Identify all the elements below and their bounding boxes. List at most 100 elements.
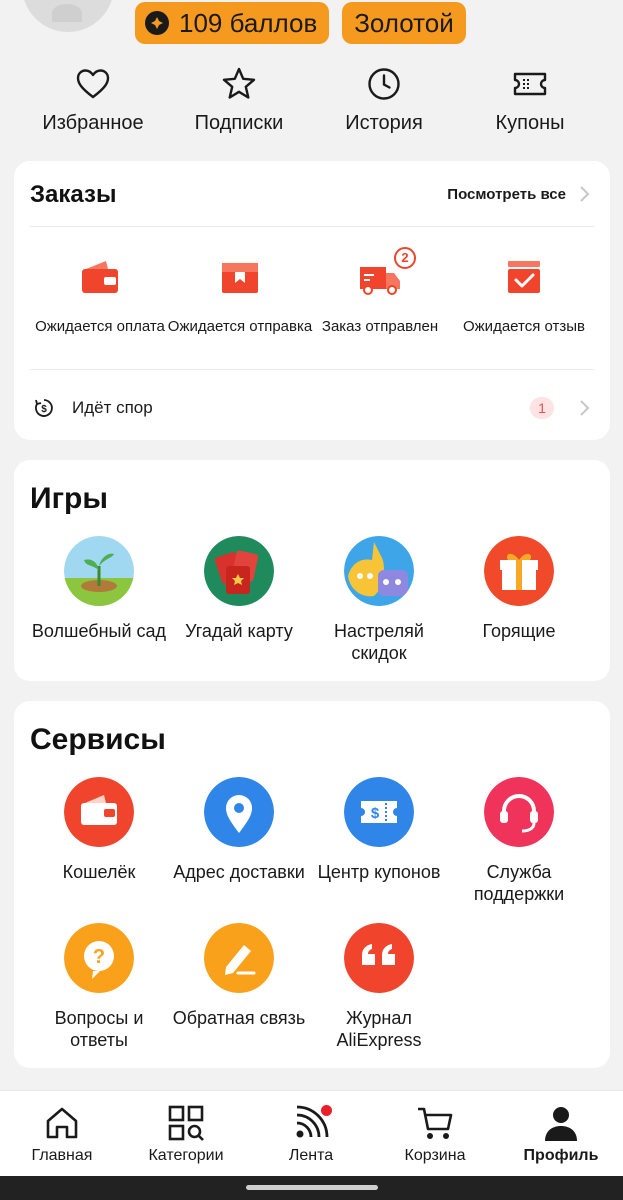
game-shoot-discounts[interactable]: Настреляй скидок [304,536,454,664]
level-badge[interactable]: Золотой [342,2,466,44]
chevron-right-icon [580,186,590,202]
service-feedback[interactable]: Обратная связь [164,923,314,1029]
service-coupon-center[interactable]: $ Центр купонов [304,777,454,883]
nav-profile[interactable]: Профиль [499,1103,623,1165]
nav-label: Категории [148,1147,224,1164]
gift-icon [484,536,554,606]
points-badge[interactable]: 109 баллов [135,2,329,44]
tile-label: Угадай карту [185,621,293,641]
location-pin-icon [204,777,274,847]
quick-link-history[interactable]: История [309,62,459,135]
dispute-label: Идёт спор [72,398,153,417]
orders-card: Заказы Посмотреть все Ожидается оплата О… [14,161,610,440]
review-icon [502,257,546,297]
nav-cart[interactable]: Корзина [373,1103,497,1165]
truck-icon: 2 [358,247,416,297]
notification-dot [321,1105,332,1116]
headset-icon [484,777,554,847]
wallet-icon [64,777,134,847]
chevron-right-icon [580,400,590,416]
services-title: Сервисы [30,723,166,756]
nav-label: Главная [31,1147,93,1164]
tile-label: Горящие [482,621,556,641]
categories-icon [168,1105,204,1141]
tile-label: Настреляй скидок [334,621,424,663]
tile-label: Волшебный сад [31,621,167,641]
quick-links: Избранное Подписки История Купоны [0,62,623,142]
home-gesture-handle[interactable] [246,1185,378,1190]
svg-text:$: $ [371,805,380,822]
tile-label: Центр купонов [317,862,441,882]
coin-icon [145,11,169,35]
clock-icon [368,68,400,100]
bottom-nav: Главная Категории Лента Корзина Профиль [0,1090,623,1176]
divider [30,226,594,227]
shooter-icon [344,536,414,606]
tile-label: Адрес доставки [173,862,305,882]
order-status-awaiting-payment[interactable]: Ожидается оплата [20,257,180,337]
quote-icon [344,923,414,993]
svg-text:$: $ [41,404,47,415]
svg-text:?: ? [93,946,105,968]
system-navigation-bar [0,1176,623,1200]
wallet-icon [78,257,122,297]
cards-icon [204,536,274,606]
tile-label: Кошелёк [62,862,136,882]
star-icon [222,67,256,99]
dispute-row[interactable]: $ Идёт спор 1 [34,391,594,425]
orders-title: Заказы [30,181,117,208]
service-support[interactable]: Служба поддержки [444,777,594,905]
see-all-label: Посмотреть все [447,185,566,203]
cart-icon [418,1107,453,1139]
quick-link-label: История [345,112,423,134]
sprout-icon [64,536,134,606]
order-status-label: Заказ отправлен [321,318,439,335]
nav-categories[interactable]: Категории [124,1103,248,1165]
services-card: Сервисы Кошелёк Адрес доставки $ Центр к… [14,701,610,1068]
home-icon [46,1107,78,1139]
service-wallet[interactable]: Кошелёк [24,777,174,883]
game-guess-card[interactable]: Угадай карту [164,536,314,642]
box-icon [218,257,262,297]
tile-label: Журнал AliExpress [336,1008,422,1050]
shipped-count-badge: 2 [394,247,416,269]
games-card: Игры Волшебный сад Угадай карту Настреля… [14,460,610,681]
games-title: Игры [30,482,109,515]
service-delivery-address[interactable]: Адрес доставки [164,777,314,883]
avatar[interactable] [22,0,114,32]
game-hot-deals[interactable]: Горящие [444,536,594,642]
coupon-icon: $ [344,777,414,847]
order-status-awaiting-review[interactable]: Ожидается отзыв [444,257,604,337]
quick-link-label: Подписки [194,112,284,134]
tile-label: Служба поддержки [473,862,565,904]
quick-link-coupons[interactable]: Купоны [455,62,605,135]
tile-label: Обратная связь [172,1008,306,1028]
nav-label: Корзина [404,1147,466,1164]
ticket-icon [513,72,547,96]
tile-label: Вопросы и ответы [54,1008,144,1050]
quick-link-favorites[interactable]: Избранное [18,62,168,135]
heart-icon [76,69,110,99]
order-status-label: Ожидается отзыв [462,318,586,335]
game-magic-garden[interactable]: Волшебный сад [24,536,174,642]
nav-label: Лента [288,1147,334,1164]
quick-link-subscriptions[interactable]: Подписки [164,62,314,135]
profile-icon [545,1107,577,1141]
pen-icon [204,923,274,993]
dispute-count-badge: 1 [530,397,554,419]
see-all-orders-link[interactable]: Посмотреть все [447,185,590,203]
order-status-awaiting-shipment[interactable]: Ожидается отправка [160,257,320,337]
quick-link-label: Купоны [495,112,565,134]
order-status-shipped[interactable]: 2 Заказ отправлен [300,247,460,337]
order-status-label: Ожидается оплата [35,318,165,335]
divider [30,369,594,370]
service-faq[interactable]: ? Вопросы и ответы [24,923,174,1051]
quick-link-label: Избранное [42,112,144,134]
nav-feed[interactable]: Лента [249,1103,373,1165]
question-icon: ? [64,923,134,993]
order-status-label: Ожидается отправка [167,318,313,335]
dispute-icon: $ [35,399,53,417]
service-aliexpress-journal[interactable]: Журнал AliExpress [304,923,454,1051]
nav-home[interactable]: Главная [0,1103,124,1165]
points-label: 109 баллов [179,8,318,38]
